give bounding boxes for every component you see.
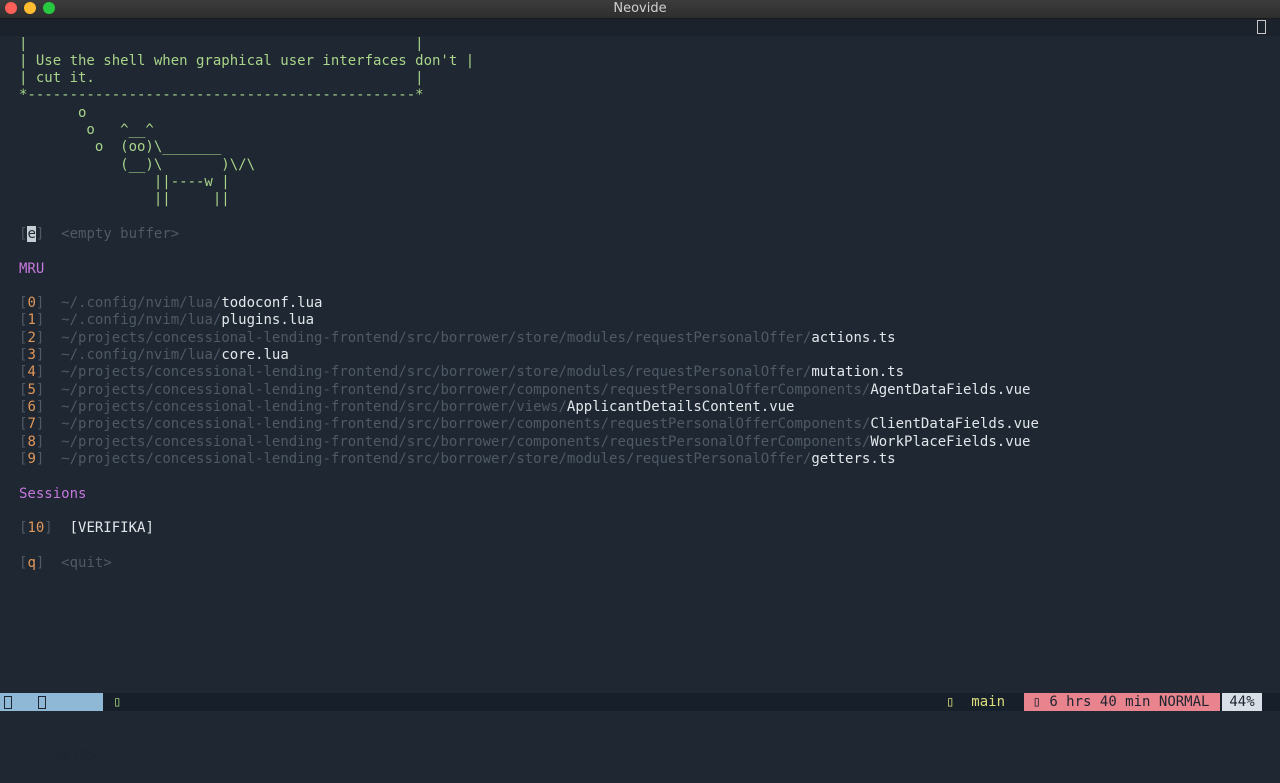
mru-item[interactable]: [6] ~/projects/concessional-lending-fron… (19, 399, 794, 416)
startify-buffer[interactable]: | | | Use the shell when graphical user … (0, 36, 1280, 691)
statusline: 15:05 ▯ ▯ main ▯ 6 hrs 40 min NORMAL 44% (0, 693, 1280, 764)
tab-indicator-icon (1257, 20, 1266, 34)
mru-item[interactable]: [0] ~/.config/nvim/lua/todoconf.lua (19, 295, 322, 312)
tabline (0, 19, 1280, 36)
session-item[interactable]: [10] [VERIFIKA] (19, 520, 154, 537)
statusline-session-time: ▯ 6 hrs 40 min NORMAL (1024, 693, 1220, 711)
mru-item[interactable]: [3] ~/.config/nvim/lua/core.lua (19, 347, 289, 364)
branch-icon: ▯ (946, 694, 955, 710)
empty-buffer-label: <empty buffer> (61, 226, 180, 242)
mru-heading: MRU (19, 261, 45, 277)
cowsay-line: | cut it. | (19, 70, 424, 86)
statusline-mode-segment: 15:05 (0, 693, 103, 764)
mru-item[interactable]: [9] ~/projects/concessional-lending-fron… (19, 451, 896, 468)
clock-icon (38, 696, 46, 709)
cowsay-line: *---------------------------------------… (19, 87, 424, 103)
command-line[interactable] (0, 711, 1280, 735)
cowsay-line: o (19, 105, 87, 121)
window-title: Neovide (613, 1, 667, 16)
cowsay-line: o (oo)\_______ (19, 139, 222, 155)
empty-buffer-entry[interactable]: [e] <empty buffer> (19, 226, 179, 243)
statusline-time: 15:05 (54, 748, 97, 764)
cowsay-line: (__)\ )\/\ (19, 157, 256, 173)
statusline-branch: ▯ main (946, 694, 1006, 710)
mru-item[interactable]: [1] ~/.config/nvim/lua/plugins.lua (19, 312, 314, 329)
window-titlebar: Neovide (0, 0, 1280, 19)
mru-item[interactable]: [7] ~/projects/concessional-lending-fron… (19, 416, 1039, 433)
git-icon: ▯ (113, 694, 122, 710)
quit-entry[interactable]: [q] <quit> (19, 555, 112, 572)
cowsay-line: o ^__^ (19, 122, 154, 138)
mru-item[interactable]: [5] ~/projects/concessional-lending-fron… (19, 382, 1030, 399)
cowsay-line: | Use the shell when graphical user inte… (19, 53, 475, 69)
mru-item[interactable]: [8] ~/projects/concessional-lending-fron… (19, 434, 1030, 451)
wakatime-icon: ▯ (1032, 694, 1041, 710)
statusline-percent: 44% (1222, 693, 1262, 711)
cowsay-line: || || (19, 191, 230, 207)
sessions-heading: Sessions (19, 486, 87, 502)
cowsay-line: | | (19, 36, 424, 52)
cowsay-line: ||----w | (19, 174, 230, 190)
mode-icon (4, 696, 12, 709)
mru-item[interactable]: [2] ~/projects/concessional-lending-fron… (19, 330, 896, 347)
empty-buffer-key: e (27, 226, 36, 242)
mru-item[interactable]: [4] ~/projects/concessional-lending-fron… (19, 364, 904, 381)
